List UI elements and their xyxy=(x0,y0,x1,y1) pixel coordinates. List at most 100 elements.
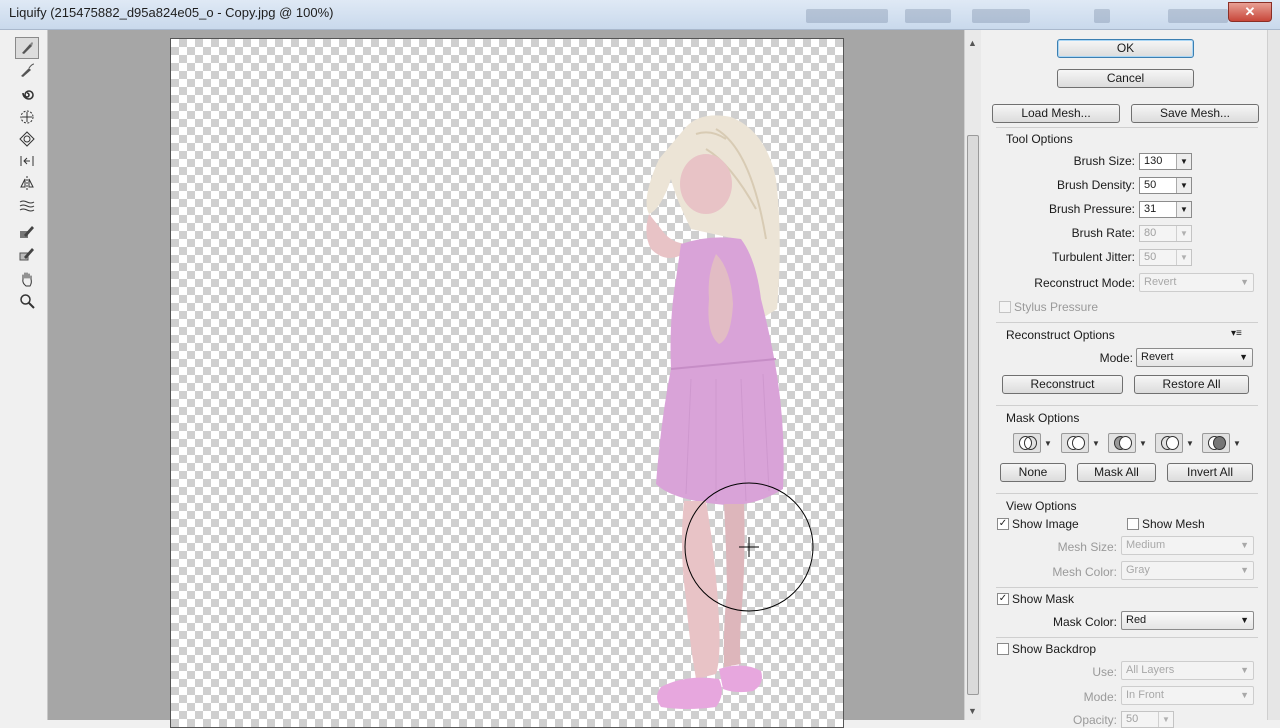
show-mask-checkbox[interactable]: ✓ xyxy=(997,593,1009,605)
load-mesh-button[interactable]: Load Mesh... xyxy=(992,104,1120,123)
mask-color-value[interactable]: Red xyxy=(1126,614,1146,626)
zoom-icon[interactable] xyxy=(15,290,39,312)
chevron-down-icon[interactable]: ▼ xyxy=(1233,439,1241,448)
show-mask-label: Show Mask xyxy=(1012,592,1075,606)
brush-pressure-value[interactable]: 31 xyxy=(1144,203,1156,215)
brush-density-label: Brush Density: xyxy=(1056,178,1135,192)
brush-rate-value: 80 xyxy=(1144,227,1157,239)
push-left-icon[interactable] xyxy=(15,150,39,172)
freeze-mask-icon[interactable] xyxy=(15,220,39,242)
backdrop-opacity-label: Opacity: xyxy=(1072,713,1117,727)
intersect-selection-icon[interactable] xyxy=(1155,433,1183,453)
chevron-down-icon[interactable]: ▼ xyxy=(1186,439,1194,448)
invert-selection-icon[interactable] xyxy=(1202,433,1230,453)
chevron-down-icon[interactable]: ▼ xyxy=(1092,439,1100,448)
restore-all-button[interactable]: Restore All xyxy=(1134,375,1249,394)
chevron-down-icon: ▼ xyxy=(1240,665,1249,675)
chevron-down-icon: ▼ xyxy=(1240,277,1249,287)
chevron-down-icon[interactable]: ▼ xyxy=(1240,612,1249,629)
brush-size-field[interactable]: 130 ▼ xyxy=(1139,153,1192,170)
subtract-from-selection-icon[interactable] xyxy=(1108,433,1136,453)
show-mesh-checkbox[interactable] xyxy=(1127,518,1139,530)
mesh-size-value: Medium xyxy=(1126,539,1166,551)
backdrop-mode-select: In Front ▼ xyxy=(1121,686,1254,705)
panel-menu-icon[interactable]: ▾≡ xyxy=(1231,328,1242,339)
show-image-checkbox[interactable]: ✓ xyxy=(997,518,1009,530)
ok-button[interactable]: OK xyxy=(1057,39,1194,58)
mirror-icon[interactable] xyxy=(15,172,39,194)
chevron-down-icon[interactable]: ▼ xyxy=(1139,439,1147,448)
show-backdrop-label: Show Backdrop xyxy=(1012,642,1097,656)
scroll-down-icon[interactable]: ▼ xyxy=(968,706,977,716)
show-image-label: Show Image xyxy=(1012,517,1079,531)
backdrop-mode-value: In Front xyxy=(1126,689,1164,701)
chevron-down-icon[interactable]: ▼ xyxy=(1176,178,1191,193)
reconstruct-mode-value: Revert xyxy=(1144,276,1177,288)
backdrop-opacity-value: 50 xyxy=(1126,713,1139,725)
invert-all-button[interactable]: Invert All xyxy=(1167,463,1253,482)
backdrop-mode-label: Mode: xyxy=(1083,690,1117,704)
panel-scrollbar[interactable] xyxy=(1267,30,1280,720)
tool-options-heading: Tool Options xyxy=(1006,132,1073,146)
divider xyxy=(996,322,1258,323)
reconstruct-button[interactable]: Reconstruct xyxy=(1002,375,1123,394)
hand-icon[interactable] xyxy=(15,268,39,290)
turbulence-icon[interactable] xyxy=(15,194,39,216)
chevron-down-icon[interactable]: ▼ xyxy=(1239,349,1248,366)
replace-selection-icon[interactable] xyxy=(1013,433,1041,453)
preview-canvas-area[interactable] xyxy=(48,30,964,728)
reconstruct-mode-label: Reconstruct Mode: xyxy=(1034,276,1135,290)
mesh-size-select: Medium ▼ xyxy=(1121,536,1254,555)
brush-rate-field: 80 ▼ xyxy=(1139,225,1192,242)
brush-density-value[interactable]: 50 xyxy=(1144,179,1156,191)
divider xyxy=(996,405,1258,406)
canvas-scrollbar[interactable]: ▲ ▼ xyxy=(964,30,981,720)
chevron-down-icon[interactable]: ▼ xyxy=(1176,202,1191,217)
mask-none-button[interactable]: None xyxy=(1000,463,1066,482)
chevron-down-icon: ▼ xyxy=(1176,226,1191,241)
view-options-heading: View Options xyxy=(1006,499,1077,513)
mask-all-button[interactable]: Mask All xyxy=(1077,463,1156,482)
background-menu-ghost xyxy=(905,9,951,23)
reconstruct-options-mode-select[interactable]: Revert ▼ xyxy=(1136,348,1253,367)
chevron-down-icon: ▼ xyxy=(1240,540,1249,550)
reconstruct-icon[interactable] xyxy=(15,59,39,81)
backdrop-use-value: All Layers xyxy=(1126,664,1175,676)
brush-size-value[interactable]: 130 xyxy=(1144,155,1162,167)
chevron-down-icon[interactable]: ▼ xyxy=(1044,439,1052,448)
backdrop-use-select: All Layers ▼ xyxy=(1121,661,1254,680)
chevron-down-icon: ▼ xyxy=(1176,250,1191,265)
mesh-color-label: Mesh Color: xyxy=(1052,565,1117,579)
background-menu-ghost xyxy=(806,9,888,23)
mesh-color-value: Gray xyxy=(1126,564,1150,576)
girl-figure xyxy=(646,115,814,709)
bloat-icon[interactable] xyxy=(15,128,39,150)
brush-size-label: Brush Size: xyxy=(1073,154,1135,168)
liquify-toolbar xyxy=(0,30,48,720)
scrollbar-thumb[interactable] xyxy=(967,135,979,695)
add-to-selection-icon[interactable] xyxy=(1061,433,1089,453)
brush-pressure-field[interactable]: 31 ▼ xyxy=(1139,201,1192,218)
cancel-button[interactable]: Cancel xyxy=(1057,69,1194,88)
scroll-up-icon[interactable]: ▲ xyxy=(968,38,977,48)
window-close-button[interactable]: ✕ xyxy=(1228,2,1272,22)
forward-warp-icon[interactable] xyxy=(15,37,39,59)
chevron-down-icon[interactable]: ▼ xyxy=(1176,154,1191,169)
show-backdrop-checkbox[interactable] xyxy=(997,643,1009,655)
title-bar: Liquify (215475882_d95a824e05_o - Copy.j… xyxy=(0,0,1280,30)
divider xyxy=(996,493,1258,494)
reconstruct-options-mode-value[interactable]: Revert xyxy=(1141,351,1173,363)
reconstruct-options-heading: Reconstruct Options xyxy=(1006,328,1115,342)
mesh-color-select: Gray ▼ xyxy=(1121,561,1254,580)
background-menu-ghost xyxy=(972,9,1030,23)
show-mesh-label: Show Mesh xyxy=(1142,517,1205,531)
thaw-mask-icon[interactable] xyxy=(15,242,39,264)
twirl-icon[interactable] xyxy=(15,84,39,106)
brush-density-field[interactable]: 50 ▼ xyxy=(1139,177,1192,194)
stylus-pressure-checkbox xyxy=(999,301,1011,313)
pucker-icon[interactable] xyxy=(15,106,39,128)
divider xyxy=(996,637,1258,638)
save-mesh-button[interactable]: Save Mesh... xyxy=(1131,104,1259,123)
mask-color-select[interactable]: Red ▼ xyxy=(1121,611,1254,630)
preview-image[interactable] xyxy=(170,38,844,728)
